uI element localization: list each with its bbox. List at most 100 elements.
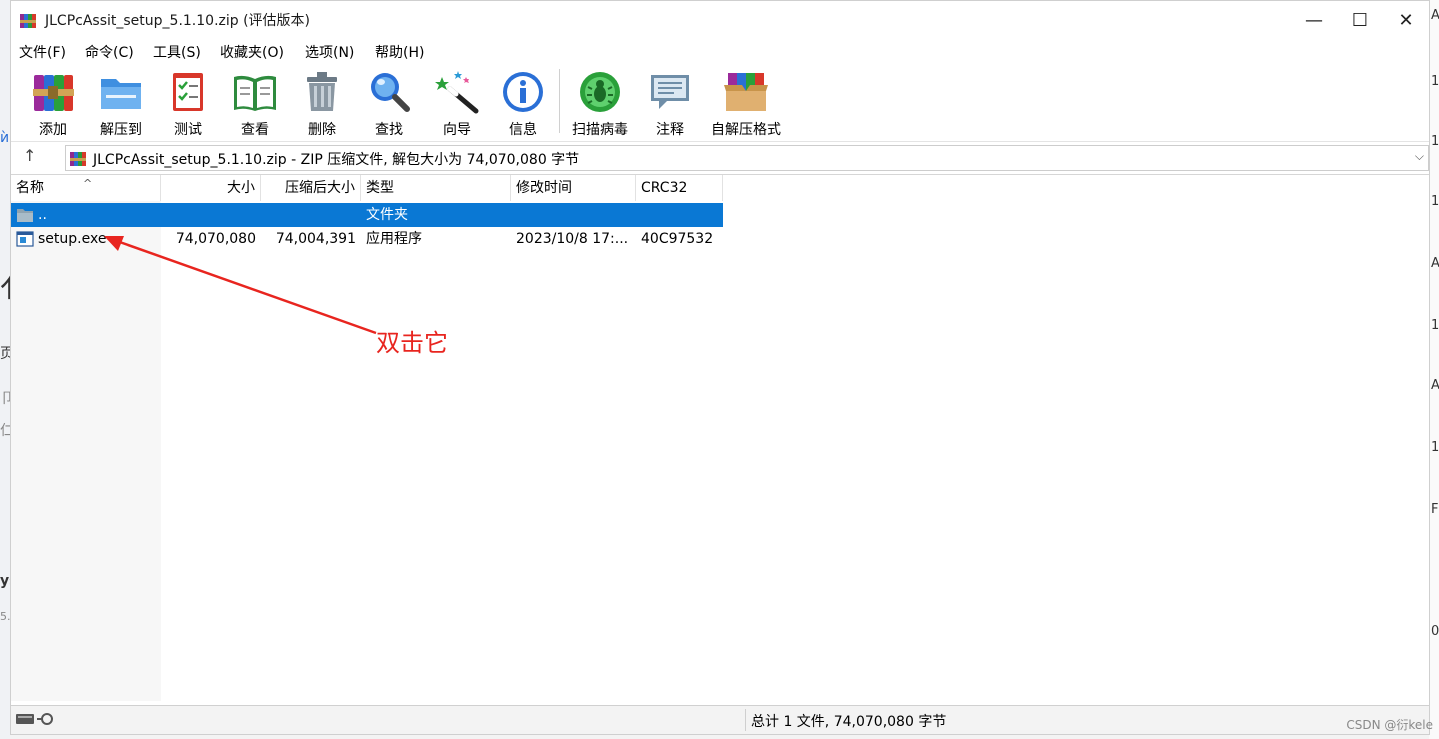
column-header-crc[interactable]: CRC32 — [636, 175, 723, 201]
wizard-icon — [435, 71, 479, 114]
toolbar-extract-button[interactable]: 解压到 — [95, 69, 147, 139]
toolbar-virus-scan-label: 扫描病毒 — [572, 122, 628, 138]
background-right-edge: A 1 1( 1( A 1 A 1 F 0 — [1429, 0, 1439, 739]
status-bar: 总计 1 文件, 74,070,080 字节 — [11, 705, 1429, 734]
maximize-button[interactable]: ☐ — [1337, 1, 1383, 39]
toolbar-wizard-button[interactable]: 向导 — [434, 69, 480, 139]
menu-options[interactable]: 选项(N) — [305, 42, 354, 62]
toolbar-delete-label: 删除 — [308, 122, 336, 138]
toolbar-test-button[interactable]: 测试 — [165, 69, 211, 139]
menu-tools[interactable]: 工具(S) — [153, 42, 201, 62]
file-size: 74,070,080 — [175, 231, 256, 247]
file-packed-size: 74,004,391 — [275, 231, 356, 247]
add-archive-icon — [33, 75, 74, 111]
winrar-app-icon — [20, 14, 36, 28]
status-separator — [745, 709, 746, 731]
toolbar-test-label: 测试 — [174, 122, 202, 138]
key-drive-icon — [16, 713, 53, 725]
bg-left-text-6: 5. — [0, 610, 11, 623]
toolbar-extract-label: 解压到 — [100, 122, 142, 138]
toolbar-add-label: 添加 — [39, 122, 67, 138]
path-field[interactable]: JLCPcAssit_setup_5.1.10.zip - ZIP 压缩文件, … — [65, 145, 1429, 171]
bg-right-text-7: 1 — [1431, 440, 1439, 455]
folder-icon — [17, 209, 33, 222]
path-text: JLCPcAssit_setup_5.1.10.zip - ZIP 压缩文件, … — [93, 152, 580, 168]
column-name-label: 名称 — [16, 180, 44, 196]
bg-right-text-9: 0 — [1431, 624, 1439, 639]
list-item[interactable]: setup.exe 74,070,080 74,004,391 应用程序 202… — [11, 227, 723, 251]
file-name: .. — [38, 207, 47, 223]
file-type: 文件夹 — [366, 207, 408, 223]
chevron-down-icon[interactable]: ⌵ — [1415, 149, 1424, 164]
address-bar: ↑ JLCPcAssit_setup_5.1.10.zip - ZIP 压缩文件… — [11, 141, 1429, 175]
minimize-button[interactable]: — — [1291, 1, 1337, 39]
file-size — [161, 203, 261, 227]
toolbar-info-button[interactable]: 信息 — [500, 69, 546, 139]
toolbar-find-button[interactable]: 查找 — [366, 69, 412, 139]
window-title: JLCPcAssit_setup_5.1.10.zip (评估版本) — [45, 13, 311, 29]
file-crc — [636, 203, 723, 227]
virus-scan-icon — [580, 72, 620, 112]
toolbar-view-label: 查看 — [241, 122, 269, 138]
extract-to-icon — [101, 79, 141, 109]
toolbar-virus-scan-button[interactable]: 扫描病毒 — [567, 69, 633, 139]
column-header-packed[interactable]: 压缩后大小 — [261, 175, 361, 201]
file-list: 名称 ^ 大小 压缩后大小 类型 修改时间 CRC32 .. 文件夹 setup… — [11, 175, 1429, 701]
menu-file[interactable]: 文件(F) — [19, 42, 66, 62]
sort-ascending-icon: ^ — [83, 177, 93, 190]
toolbar-comment-button[interactable]: 注释 — [647, 69, 693, 139]
toolbar-separator — [559, 69, 560, 133]
close-button[interactable]: ✕ — [1383, 1, 1429, 39]
bg-right-text-2: 1( — [1431, 134, 1439, 149]
list-item[interactable]: .. 文件夹 — [11, 203, 723, 227]
menu-bar: 文件(F) 命令(C) 工具(S) 收藏夹(O) 选项(N) 帮助(H) — [11, 39, 1429, 63]
view-icon — [234, 75, 276, 111]
file-type: 应用程序 — [366, 231, 422, 247]
file-modified — [511, 203, 636, 227]
column-header-name[interactable]: 名称 ^ — [11, 175, 161, 201]
name-column-background — [11, 201, 161, 701]
file-name: setup.exe — [38, 231, 107, 247]
column-header-modified[interactable]: 修改时间 — [511, 175, 636, 201]
status-summary: 总计 1 文件, 74,070,080 字节 — [751, 714, 947, 730]
annotation-text: 双击它 — [376, 329, 448, 357]
file-crc: 40C97532 — [641, 231, 714, 247]
delete-icon — [307, 72, 337, 111]
toolbar-sfx-label: 自解压格式 — [711, 122, 781, 138]
background-left-edge: ѝ 亻 页 卩 仁 ys 5. — [0, 0, 30, 739]
test-icon — [173, 73, 203, 111]
file-packed-size — [261, 203, 361, 227]
sfx-icon — [724, 73, 768, 111]
bg-right-text-5: 1 — [1431, 318, 1439, 333]
toolbar-view-button[interactable]: 查看 — [229, 69, 281, 139]
menu-help[interactable]: 帮助(H) — [375, 42, 424, 62]
toolbar-comment-label: 注释 — [656, 122, 684, 138]
up-one-level-button[interactable]: ↑ — [23, 146, 45, 168]
column-header-type[interactable]: 类型 — [361, 175, 511, 201]
toolbar: 添加 解压到 测试 查看 删除 查找 向导 信息 扫描病毒 注释 自解压格式 — [11, 63, 1429, 139]
toolbar-sfx-button[interactable]: 自解压格式 — [708, 69, 784, 139]
menu-commands[interactable]: 命令(C) — [85, 42, 134, 62]
title-bar[interactable]: JLCPcAssit_setup_5.1.10.zip (评估版本) — ☐ ✕ — [11, 1, 1429, 39]
bg-right-text-6: A — [1431, 378, 1439, 393]
bg-right-text-1: 1 — [1431, 74, 1439, 89]
bg-right-text-8: F — [1431, 502, 1439, 517]
toolbar-find-label: 查找 — [375, 122, 403, 138]
exe-file-icon — [16, 231, 34, 247]
bg-left-text-0: ѝ — [0, 130, 10, 146]
toolbar-add-button[interactable]: 添加 — [30, 69, 76, 139]
info-icon — [503, 72, 543, 112]
toolbar-delete-button[interactable]: 删除 — [299, 69, 345, 139]
watermark: CSDN @衍kele — [1346, 718, 1433, 732]
toolbar-info-label: 信息 — [509, 122, 537, 138]
menu-favorites[interactable]: 收藏夹(O) — [220, 42, 284, 62]
find-icon — [371, 73, 410, 112]
toolbar-wizard-label: 向导 — [443, 122, 471, 138]
bg-right-text-0: A — [1431, 8, 1439, 23]
comment-icon — [651, 75, 689, 109]
status-icons — [15, 710, 59, 732]
bg-right-text-3: 1( — [1431, 194, 1439, 209]
archive-icon — [70, 152, 86, 166]
column-header-size[interactable]: 大小 — [161, 175, 261, 201]
winrar-window: JLCPcAssit_setup_5.1.10.zip (评估版本) — ☐ ✕… — [10, 0, 1430, 735]
